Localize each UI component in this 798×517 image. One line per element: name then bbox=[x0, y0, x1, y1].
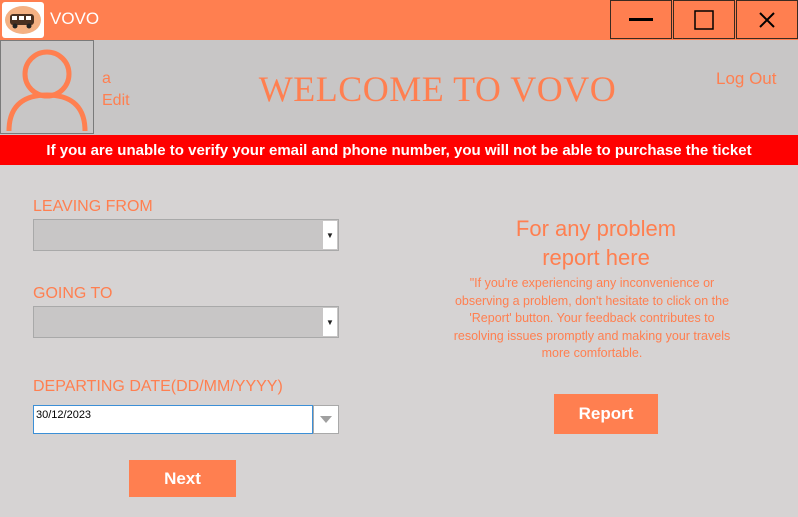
maximize-button[interactable] bbox=[673, 0, 735, 39]
close-button[interactable] bbox=[736, 0, 798, 39]
logout-link[interactable]: Log Out bbox=[716, 69, 777, 89]
report-heading-line2: report here bbox=[542, 245, 650, 270]
avatar[interactable] bbox=[0, 40, 94, 134]
departing-date-input[interactable]: 30/12/2023 bbox=[33, 405, 313, 434]
welcome-heading: WELCOME TO VOVO bbox=[258, 69, 617, 109]
report-description: "If you're experiencing any inconvenienc… bbox=[453, 276, 731, 360]
going-to-label: GOING TO bbox=[33, 285, 113, 302]
leaving-from-select[interactable]: ▼ bbox=[33, 219, 339, 251]
app-title: VOVO bbox=[50, 9, 100, 28]
report-button[interactable]: Report bbox=[554, 394, 658, 434]
close-icon bbox=[759, 11, 775, 28]
edit-profile-link[interactable]: Edit bbox=[102, 92, 130, 110]
user-avatar-icon bbox=[6, 49, 88, 132]
username-label: a bbox=[102, 70, 111, 87]
leaving-from-label: LEAVING FROM bbox=[33, 198, 153, 215]
minimize-button[interactable] bbox=[610, 0, 672, 39]
dropdown-arrow-icon[interactable]: ▼ bbox=[323, 308, 337, 336]
next-button[interactable]: Next bbox=[129, 460, 236, 497]
verification-alert: If you are unable to verify your email a… bbox=[0, 135, 798, 165]
departing-date-label: DEPARTING DATE(DD/MM/YYYY) bbox=[33, 378, 283, 395]
minimize-icon bbox=[629, 17, 653, 21]
alert-text: If you are unable to verify your email a… bbox=[46, 141, 752, 159]
dropdown-arrow-icon[interactable]: ▼ bbox=[323, 221, 337, 249]
date-picker-button[interactable] bbox=[313, 405, 339, 434]
report-heading: For any problem report here bbox=[456, 214, 736, 272]
going-to-select[interactable]: ▼ bbox=[33, 306, 339, 338]
chevron-down-icon bbox=[320, 415, 332, 423]
report-heading-line1: For any problem bbox=[515, 216, 677, 241]
bus-logo-icon bbox=[2, 2, 44, 38]
maximize-icon bbox=[694, 9, 714, 30]
